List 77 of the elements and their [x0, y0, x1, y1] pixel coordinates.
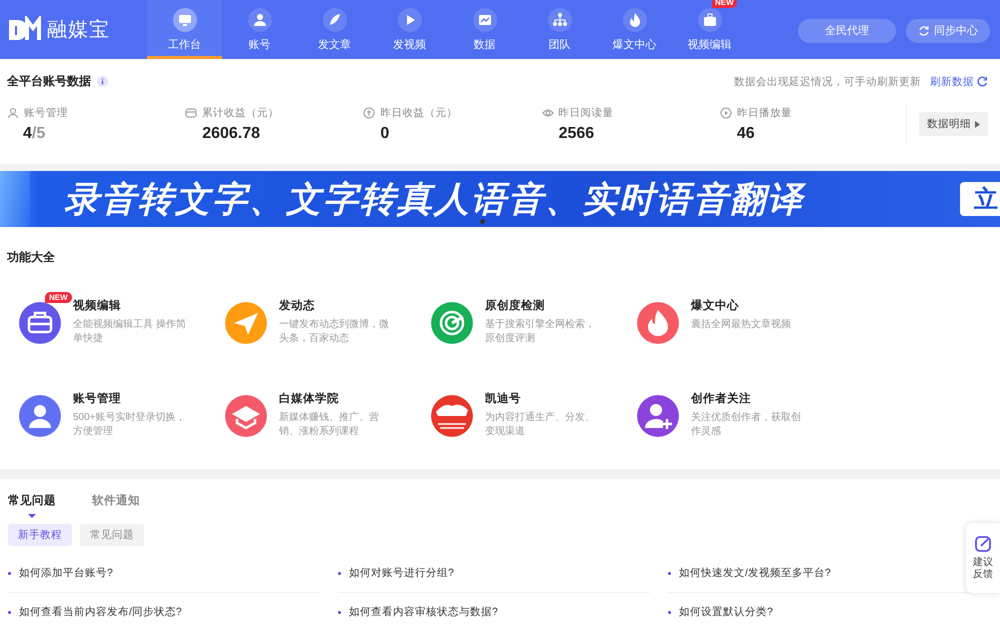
nav-tab[interactable]: 发视频	[372, 0, 447, 59]
stat-label: 累计收益（元）	[202, 106, 280, 120]
feature-description: 关注优质创作者，获取创作灵感	[691, 411, 802, 439]
stat-label: 昨日收益（元）	[380, 106, 458, 120]
caret-icon	[975, 120, 980, 128]
stat-value: 46	[736, 124, 756, 142]
flame-icon	[622, 8, 646, 32]
bullet-icon	[8, 610, 11, 614]
sync-icon	[918, 24, 930, 36]
refresh-link[interactable]: 刷新数据	[930, 74, 988, 88]
app-name: 融媒宝	[47, 18, 110, 43]
feature-description: 为内容打通生产、分发、变现渠道	[485, 411, 596, 439]
stat-label: 昨日阅读量	[558, 106, 614, 120]
feature-description: 全能视频编辑工具 操作简单快捷	[73, 318, 187, 346]
play-circle-icon	[720, 106, 732, 118]
bullet-icon	[668, 610, 671, 614]
feature-description: 新媒体赚钱、推广、营销、涨粉系列课程	[279, 411, 380, 439]
monitor-icon	[172, 8, 196, 32]
bullet-icon	[8, 572, 11, 574]
play-icon	[398, 8, 422, 32]
question-link[interactable]: 如何查看当前内容发布/同步状态?	[19, 605, 182, 619]
feature-title[interactable]: 白媒体学院	[279, 391, 397, 406]
banner-cta[interactable]: 立	[960, 182, 1000, 216]
chart-icon	[472, 8, 496, 32]
person-icon	[248, 8, 272, 32]
stat-value: 4/5	[22, 124, 46, 142]
stat-value: 2606.78	[201, 124, 262, 142]
feature-description: 500+账号实时登录切换，方便管理	[73, 411, 187, 439]
wallet-icon	[185, 106, 198, 118]
refresh-icon	[977, 76, 988, 87]
section-title: 全平台账号数据	[7, 73, 91, 90]
question-link[interactable]: 如何设置默认分类?	[679, 605, 773, 619]
feedback-button[interactable]: 建议反馈	[966, 523, 1000, 593]
banner-headline: 录音转文字、文字转真人语音、实时语音翻译	[64, 182, 804, 216]
nav-tab[interactable]: 爆文中心	[597, 0, 672, 59]
data-detail-button[interactable]: 数据明细	[919, 112, 988, 136]
hierarchy-icon	[548, 8, 572, 32]
stat-value: 2566	[558, 124, 596, 142]
bullet-icon	[338, 610, 341, 614]
briefcase-icon	[698, 8, 722, 32]
feather-icon	[322, 8, 346, 32]
nav-tab[interactable]: 数据	[447, 0, 522, 59]
feature-title[interactable]: 爆文中心	[691, 298, 809, 313]
feature-title[interactable]: 账号管理	[73, 391, 191, 406]
feature-title[interactable]: 发动态	[279, 298, 397, 313]
nav-tab[interactable]: 发文章	[297, 0, 372, 59]
nav-tab[interactable]: 团队	[522, 0, 597, 59]
stat-value: 0	[379, 124, 390, 142]
stat-label: 账号管理	[24, 106, 68, 120]
delay-notice: 数据会出现延迟情况，可手动刷新更新	[734, 74, 921, 88]
user-icon	[7, 106, 19, 118]
feature-title[interactable]: 原创度检测	[485, 298, 603, 313]
section-title: 功能大全	[7, 249, 56, 266]
filter-chip[interactable]: 新手教程	[8, 524, 72, 546]
feature-title[interactable]: 视频编辑	[73, 298, 191, 313]
eye-icon	[542, 106, 554, 118]
question-link[interactable]: 如何查看内容审核状态与数据?	[349, 605, 498, 619]
faq-tab[interactable]: 常见问题	[8, 493, 56, 518]
carousel-dot[interactable]	[480, 219, 485, 224]
stat-label: 昨日播放量	[736, 106, 792, 120]
nav-tab[interactable]: 工作台	[147, 0, 222, 59]
edit-icon	[974, 535, 992, 553]
feature-description: 囊括全网最热文章视频	[691, 318, 792, 332]
nav-tab[interactable]: 账号	[222, 0, 297, 59]
faq-tab[interactable]: 软件通知	[92, 493, 140, 518]
question-link[interactable]: 如何快速发文/发视频至多平台?	[679, 566, 831, 580]
feature-description: 一键发布动态到微博，微头条，百家动态	[279, 318, 390, 346]
bullet-icon	[338, 572, 341, 574]
question-link[interactable]: 如何添加平台账号?	[19, 566, 113, 580]
feature-title[interactable]: 凯迪号	[485, 391, 603, 406]
question-link[interactable]: 如何对账号进行分组?	[349, 566, 454, 580]
feature-title[interactable]: 创作者关注	[691, 391, 809, 406]
bullet-icon	[668, 572, 671, 574]
promo-banner[interactable]: 录音转文字、文字转真人语音、实时语音翻译 立	[0, 171, 1000, 227]
new-badge: NEW	[45, 292, 72, 303]
feature-description: 基于搜索引擎全网检索，原创度评测	[485, 318, 596, 346]
info-icon	[97, 76, 108, 87]
